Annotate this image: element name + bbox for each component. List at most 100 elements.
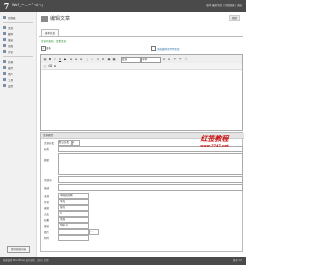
sidebar-item-label: 评论 [8, 50, 14, 54]
page-title: 编辑文章 [50, 16, 71, 22]
sidebar-divider [3, 22, 33, 23]
sidebar-item-users[interactable]: 用户 [3, 71, 33, 76]
hits-label: 点击 [44, 213, 50, 216]
link-label: 链接 [44, 225, 50, 228]
tags-label: 标签 [44, 148, 50, 151]
sidebar-item-media[interactable]: 媒体 [3, 31, 33, 36]
sidebar-item-appearance[interactable]: 外观 [3, 59, 33, 64]
excerpt-label: 摘要 [44, 159, 50, 162]
add-media-checkbox[interactable] [151, 46, 156, 51]
description-label: 描述 [44, 187, 50, 190]
sidebar-item-plugins[interactable]: 插件 [3, 65, 33, 70]
author-label: 作者 [44, 201, 50, 204]
sidebar-item-settings[interactable]: 设置 [3, 83, 33, 88]
link-icon[interactable]: ∞ [96, 57, 100, 61]
publish-checkbox-label: 发布 [46, 47, 52, 50]
image-icon[interactable]: ▣ [107, 57, 111, 61]
links-icon [3, 38, 6, 41]
top-right-links[interactable]: 版本 最新消息 | 控制面板 | 退出 [206, 3, 242, 7]
unordered-list-icon[interactable]: • [90, 57, 94, 61]
excerpt-textarea[interactable] [58, 153, 243, 175]
image-label: 图片 [44, 231, 50, 234]
description-input[interactable] [58, 184, 243, 191]
site-title[interactable]: Wo?_ー—ー˂¬¢¬¿ [12, 3, 43, 8]
save-button[interactable]: 保存修改内容 [7, 246, 31, 253]
image-browse-button[interactable]: … [89, 229, 99, 235]
site-logo-icon[interactable]: 7 [2, 1, 11, 11]
post-properties-panel: 文章属性 文章分类 默认分类 ▾ 标签 摘要 关键词 描述 来源 中国装饰网 作… [40, 132, 244, 252]
comments-icon [3, 50, 6, 53]
format-select[interactable]: 段落 [121, 56, 141, 63]
font-select[interactable]: 字体 [141, 56, 161, 63]
weight-label: 权重 [44, 219, 50, 222]
dashboard-icon [3, 16, 6, 19]
watermark-logo: 红签教程 www.7747.net [192, 134, 237, 148]
sidebar-item-label: 外观 [8, 60, 14, 64]
paste-icon[interactable]: ▢ [43, 64, 47, 68]
source-label: 来源 [44, 195, 50, 198]
bold-icon[interactable]: B [48, 57, 52, 61]
tab-divider [39, 36, 243, 37]
attachment-input[interactable] [58, 235, 89, 241]
clear-format-icon[interactable]: ⌫ [48, 64, 52, 68]
ordered-list-icon[interactable]: ⋮ [85, 57, 89, 61]
editor-label: 编辑 [44, 207, 50, 210]
media-icon [3, 32, 6, 35]
sidebar-item-label: 文章 [8, 26, 14, 30]
align-center-icon[interactable]: ≡ [74, 57, 78, 61]
editor-toolbar-secondary: ▢ ⌫ Ω [41, 63, 242, 70]
sidebar-divider [3, 56, 33, 57]
align-right-icon[interactable]: ≡ [79, 57, 83, 61]
unlink-icon[interactable]: ⊘ [101, 57, 105, 61]
watermark-url: www.7747.net [200, 144, 229, 148]
sidebar-item-label: 链接 [8, 38, 14, 42]
table-icon[interactable]: ▦ [112, 57, 116, 61]
footer-left[interactable]: 感谢使用 WordPress 进行创作。文档 | 反馈 [3, 257, 49, 265]
add-media-link[interactable]: 添加媒体文件到文章 [157, 47, 180, 51]
main-content: 编辑文章 帮助 基本信息 文章已更新。查看文章 ✓ 发布 添加媒体文件到文章 ▤… [37, 12, 246, 257]
underline-icon[interactable]: U [58, 57, 62, 61]
sidebar-item-comments[interactable]: 评论 [3, 49, 33, 54]
posts-icon [3, 26, 6, 29]
align-left-icon[interactable]: ≡ [69, 57, 73, 61]
sidebar-item-label: 设置 [8, 84, 14, 88]
sidebar-item-pages[interactable]: 页面 [3, 43, 33, 48]
top-bar: 7 Wo?_ー—ー˂¬¢¬¿ 版本 最新消息 | 控制面板 | 退出 [0, 0, 246, 12]
pages-icon [3, 44, 6, 47]
help-button[interactable]: 帮助 [228, 15, 240, 21]
settings-icon [3, 84, 6, 87]
source-icon[interactable]: ▤ [43, 57, 47, 61]
rich-text-editor: ▤ B I U S ≡ ≡ ≡ ⋮ • ∞ ⊘ ▣ ▦ 段落 字体 A A ↶ … [40, 54, 243, 131]
special-char-icon[interactable]: Ω [53, 64, 57, 68]
category-label: 文章分类 [44, 142, 55, 145]
italic-icon[interactable]: I [53, 57, 57, 61]
users-icon [3, 72, 6, 75]
sidebar-item-label: 媒体 [8, 32, 14, 36]
sidebar-item-dashboard[interactable]: 控制板 [3, 15, 33, 20]
attachment-label: 附件 [44, 237, 50, 240]
sidebar-item-links[interactable]: 链接 [3, 37, 33, 42]
fullscreen-icon[interactable]: ⛶ [184, 57, 188, 61]
sidebar-item-label: 页面 [8, 44, 14, 48]
update-notice[interactable]: 文章已更新。查看文章 [41, 39, 66, 43]
keywords-label: 关键词 [44, 179, 52, 182]
sidebar: 控制板 文章 媒体 链接 页面 评论 外观 插件 用户 工具 设置 [0, 12, 37, 257]
sidebar-item-label: 工具 [8, 78, 14, 82]
sidebar-item-label: 用户 [8, 72, 14, 76]
plugins-icon [3, 66, 6, 69]
edit-post-icon [41, 16, 48, 22]
highlight-icon[interactable]: A [167, 57, 171, 61]
watermark-text: 红签教程 [200, 134, 229, 143]
sidebar-item-label: 控制板 [8, 16, 16, 20]
sidebar-item-tools[interactable]: 工具 [3, 77, 33, 82]
keywords-input[interactable] [58, 176, 243, 183]
strikethrough-icon[interactable]: S [63, 57, 67, 61]
text-color-icon[interactable]: A [162, 57, 166, 61]
sidebar-item-posts[interactable]: 文章 [3, 25, 33, 30]
sidebar-item-label: 插件 [8, 66, 14, 70]
undo-icon[interactable]: ↶ [173, 57, 177, 61]
redo-icon[interactable]: ↷ [178, 57, 182, 61]
footer: 感谢使用 WordPress 进行创作。文档 | 反馈 版本 3.0 [0, 257, 246, 265]
tools-icon [3, 78, 6, 81]
appearance-icon [3, 60, 6, 63]
